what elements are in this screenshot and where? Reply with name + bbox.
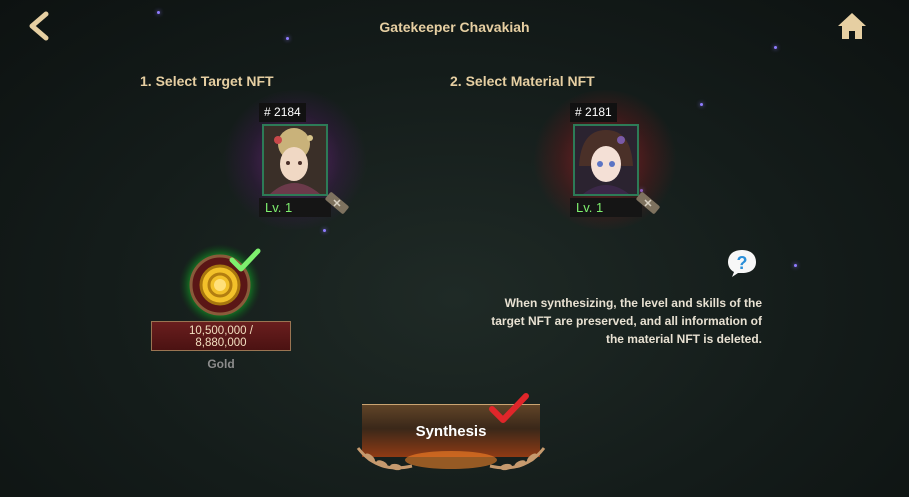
nft-id-prefix: # <box>264 105 271 119</box>
info-line: When synthesizing, the level and skills … <box>504 296 762 310</box>
material-nft-portrait <box>573 124 639 196</box>
remove-material-icon[interactable]: ✕ <box>634 189 662 217</box>
gold-label: Gold <box>207 357 235 371</box>
checkmark-icon <box>489 393 529 423</box>
info-line: target NFT are preserved, and all inform… <box>491 314 762 328</box>
home-button[interactable] <box>836 10 868 42</box>
svg-text:✕: ✕ <box>643 198 652 210</box>
nft-id: 2181 <box>585 105 612 119</box>
star <box>700 103 703 106</box>
gold-amount-owned: 10,500,000 / <box>189 325 253 337</box>
nft-id: 2184 <box>274 105 301 119</box>
home-icon <box>838 13 866 39</box>
page-title: Gatekeeper Chavakiah <box>379 19 530 35</box>
target-section-label: 1. Select Target NFT <box>140 73 274 89</box>
material-nft-level: Lv. 1 <box>570 198 642 217</box>
target-nft-id-tag: # 2184 <box>259 103 306 122</box>
remove-target-icon[interactable]: ✕ <box>323 189 351 217</box>
star <box>794 264 797 267</box>
question-mark-icon[interactable]: ? <box>726 248 758 278</box>
checkmark-icon <box>229 248 261 272</box>
svg-text:?: ? <box>737 253 748 273</box>
gold-amount-required: 8,880,000 <box>195 337 247 349</box>
synthesis-label: Synthesis <box>415 423 487 440</box>
material-nft-id-tag: # 2181 <box>570 103 617 122</box>
target-nft-portrait <box>262 124 328 196</box>
synthesis-info-text: When synthesizing, the level and skills … <box>452 294 762 348</box>
material-section-label: 2. Select Material NFT <box>450 73 595 89</box>
target-nft-card[interactable]: # 2184 Lv. 1 ✕ <box>259 103 349 219</box>
nft-id-prefix: # <box>575 105 582 119</box>
gold-amount: 10,500,000 / 8,880,000 <box>151 321 291 351</box>
svg-text:✕: ✕ <box>332 198 341 210</box>
target-nft-level: Lv. 1 <box>259 198 331 217</box>
material-nft-card[interactable]: # 2181 Lv. 1 ✕ <box>570 103 660 219</box>
star <box>286 37 289 40</box>
star <box>774 46 777 49</box>
info-line: the material NFT is deleted. <box>605 332 762 346</box>
star <box>323 229 326 232</box>
star <box>157 11 160 14</box>
